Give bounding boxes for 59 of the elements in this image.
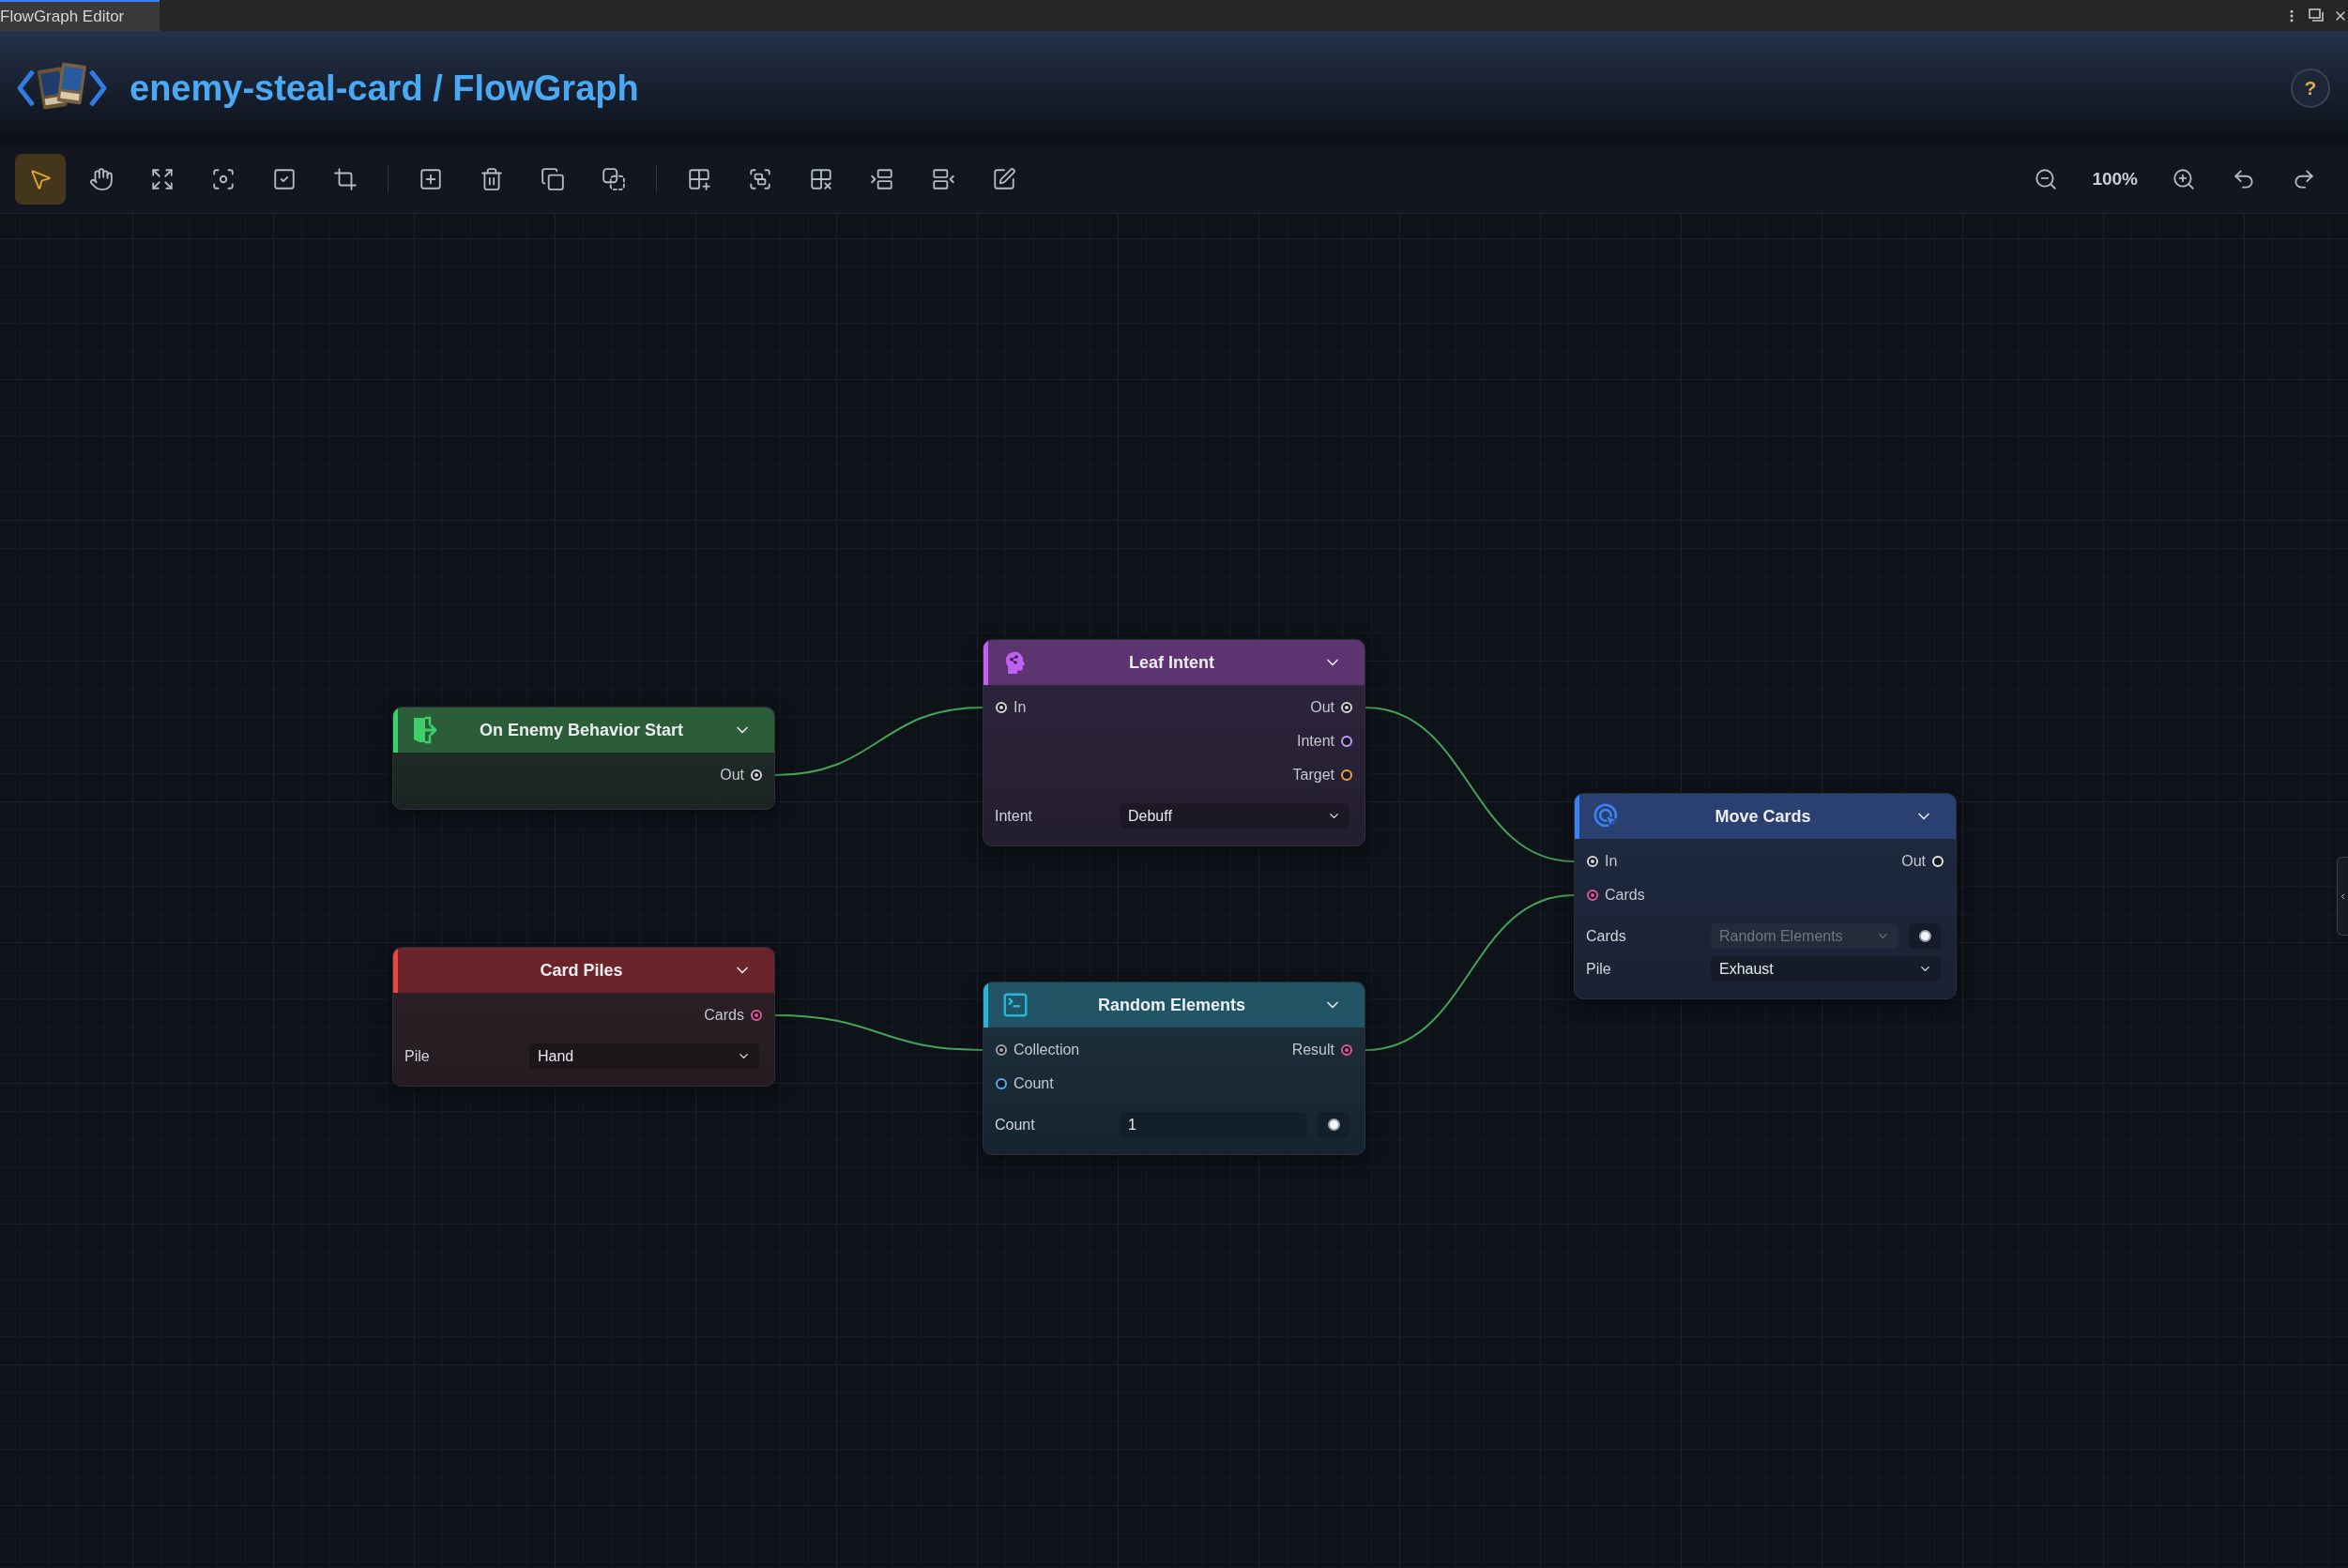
grid-x-icon — [809, 167, 833, 191]
dropdown[interactable]: Hand — [529, 1043, 759, 1069]
dropdown[interactable]: Exhaust — [1711, 956, 1941, 982]
port-label: Result — [1291, 1041, 1334, 1059]
dropdown[interactable]: Debuff — [1120, 803, 1349, 829]
target-pointer-icon — [1593, 803, 1620, 830]
port-label: Count — [1014, 1074, 1054, 1093]
port-label: Out — [720, 766, 744, 784]
field-label: Pile — [404, 1046, 431, 1066]
port-label: Cards — [1605, 886, 1645, 905]
number-input[interactable]: 1 — [1120, 1112, 1307, 1137]
chevron-left-icon — [2339, 891, 2347, 901]
zoom-out-icon — [2034, 167, 2059, 191]
node-title: Random Elements — [1097, 994, 1245, 1016]
undo-icon — [2232, 167, 2256, 191]
trash-icon — [480, 167, 504, 191]
link-toggle-button[interactable] — [1318, 1112, 1349, 1137]
editor-tab[interactable]: FlowGraph Editor — [0, 0, 160, 31]
select-tool-button[interactable] — [15, 154, 66, 205]
hand-icon — [89, 167, 114, 191]
crop-icon — [333, 167, 358, 191]
plus-square-icon — [419, 167, 443, 191]
help-button[interactable]: ? — [2291, 69, 2330, 108]
port-label: Collection — [1014, 1041, 1080, 1059]
restore-window-icon[interactable] — [2309, 8, 2324, 23]
field-label: Pile — [1586, 959, 1612, 979]
port-label: Out — [1901, 852, 1926, 871]
redo-icon — [2292, 167, 2316, 191]
field-label: Cards — [1586, 926, 1627, 946]
expand-arrows-icon — [150, 167, 175, 191]
page-title: enemy-steal-card / FlowGraph — [130, 67, 639, 110]
focus-frame-icon — [211, 167, 236, 191]
node-title: Leaf Intent — [1129, 651, 1214, 674]
pen-square-icon — [992, 167, 1016, 191]
zoom-level: 100% — [2092, 167, 2138, 190]
port-label: Target — [1292, 766, 1334, 784]
exit-door-icon — [411, 716, 439, 744]
node-title: Move Cards — [1715, 805, 1811, 828]
pointer-icon — [28, 167, 53, 191]
port-label: In — [1014, 698, 1027, 717]
node-title: On Enemy Behavior Start — [479, 719, 684, 741]
port-label: In — [1605, 852, 1618, 871]
dashed-squares-icon — [602, 167, 626, 191]
field-label: Count — [995, 1115, 1036, 1134]
node-title: Card Piles — [540, 959, 623, 982]
terminal-icon — [1001, 991, 1029, 1019]
zoom-in-icon — [2172, 167, 2196, 191]
panel-toggle-button[interactable] — [2337, 857, 2348, 936]
port-label: Cards — [704, 1006, 744, 1025]
head-icon — [1003, 650, 1028, 675]
port-label: Out — [1310, 698, 1334, 717]
chevron-rows-icon — [931, 167, 955, 191]
chevron-rows-icon — [870, 167, 894, 191]
checkbox-icon — [272, 167, 297, 191]
field-label: Intent — [995, 806, 1034, 826]
port-label: Intent — [1296, 732, 1334, 751]
group-icon — [748, 167, 772, 191]
grid-plus-icon — [687, 167, 711, 191]
overlapping-squares-icon — [541, 167, 565, 191]
